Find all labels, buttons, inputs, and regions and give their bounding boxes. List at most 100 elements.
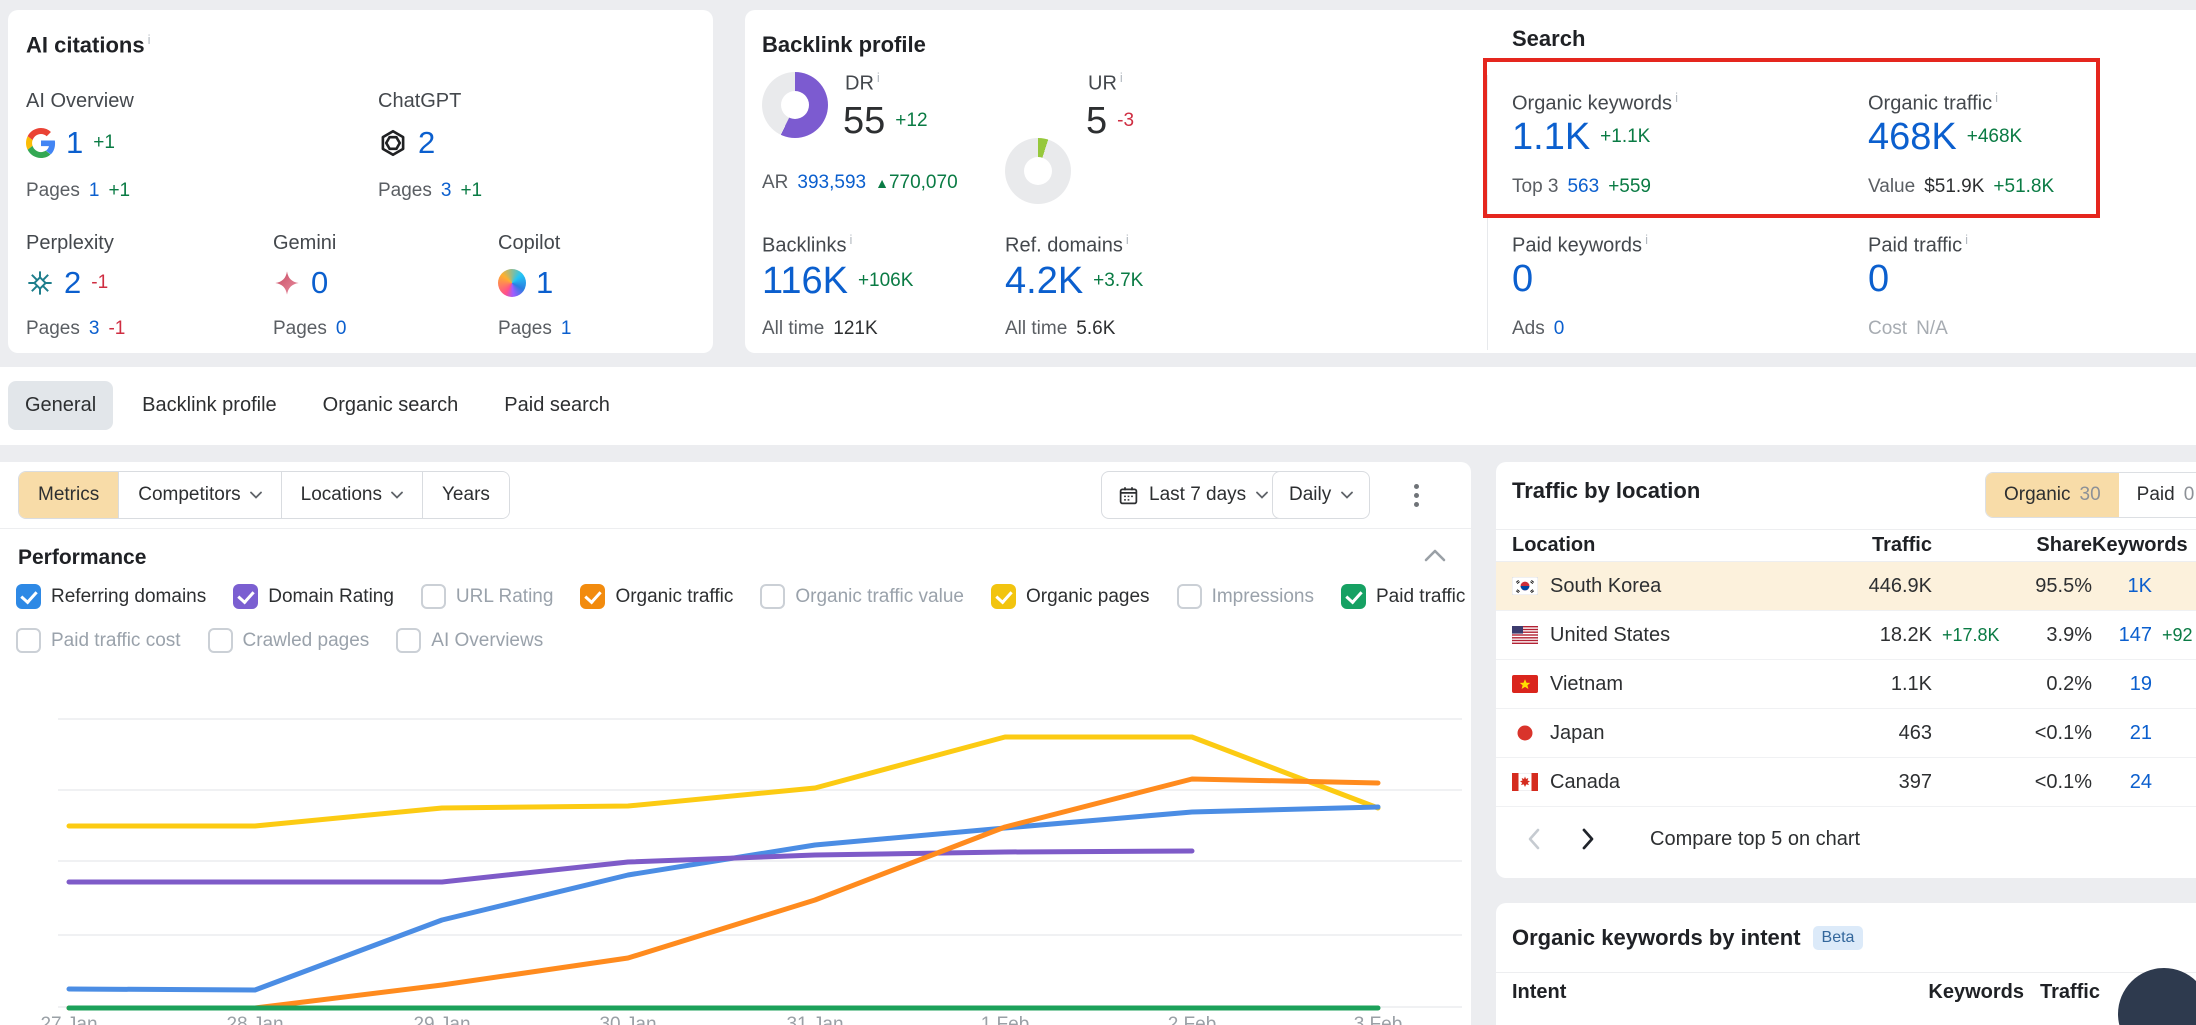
top3-value[interactable]: 563 xyxy=(1567,176,1599,198)
checkbox-paid-traffic-cost[interactable]: Paid traffic cost xyxy=(16,628,181,653)
pages-change: +1 xyxy=(108,180,130,202)
pages-change: -1 xyxy=(108,318,125,340)
paid-keywords-label: Paid keywordsi xyxy=(1512,232,1648,258)
dr-value: 55 xyxy=(843,102,885,140)
keywords-link[interactable]: 1K xyxy=(2092,575,2152,598)
table-row-vietnam[interactable]: Vietnam 1.1K 0.2% 19 xyxy=(1496,660,2196,709)
ai-citation-ai-overview: AI Overview 1 +1 Pages 1 +1 xyxy=(26,90,366,202)
tab-general[interactable]: General xyxy=(8,381,113,430)
info-icon[interactable]: i xyxy=(877,70,880,85)
collapse-chevron-up-icon[interactable] xyxy=(1424,548,1446,562)
pages-label: Pages xyxy=(26,318,80,340)
info-icon[interactable]: i xyxy=(849,232,852,247)
intent-table-header: Intent Keywords Traffic xyxy=(1496,981,2196,1015)
flag-united-states-icon xyxy=(1512,626,1538,644)
ur-value: 5 xyxy=(1086,102,1107,140)
backlinks-label: Backlinksi xyxy=(762,232,852,258)
perplexity-icon xyxy=(26,269,54,297)
info-icon[interactable]: i xyxy=(1126,232,1129,247)
pages-label: Pages xyxy=(273,318,327,340)
perplexity-count[interactable]: 2 xyxy=(64,267,81,298)
cost-row: Cost N/A xyxy=(1868,318,1948,340)
checkbox-impressions[interactable]: Impressions xyxy=(1177,584,1314,609)
chart-x-axis-labels: 27 Jan28 Jan29 Jan30 Jan31 Jan1 Feb2 Feb… xyxy=(58,1014,1462,1025)
checkbox-crawled-pages[interactable]: Crawled pages xyxy=(208,628,370,653)
divider xyxy=(0,528,1471,529)
ai-citations-title: AI citationsi xyxy=(26,32,150,58)
chevron-down-icon xyxy=(1341,491,1353,499)
info-icon[interactable]: i xyxy=(148,32,151,47)
compare-top5-link[interactable]: Compare top 5 on chart xyxy=(1650,828,1860,851)
checkbox-url-rating[interactable]: URL Rating xyxy=(421,584,554,609)
checkbox-domain-rating[interactable]: Domain Rating xyxy=(233,584,394,609)
x-tick-label: 28 Jan xyxy=(226,1014,283,1025)
table-row-canada[interactable]: Canada 397 <0.1% 24 xyxy=(1496,758,2196,807)
paid-traffic-value[interactable]: 0 xyxy=(1868,260,1889,298)
checkbox-paid-traffic[interactable]: Paid traffic xyxy=(1341,584,1465,609)
ur-change: -3 xyxy=(1117,110,1134,132)
pages-count[interactable]: 0 xyxy=(336,318,347,340)
toggle-paid[interactable]: Paid 0 xyxy=(2119,473,2196,517)
filter-locations[interactable]: Locations xyxy=(281,472,422,518)
dr-label: DRi xyxy=(845,70,880,96)
performance-title: Performance xyxy=(18,546,146,570)
checkbox-organic-pages[interactable]: Organic pages xyxy=(991,584,1150,609)
location-table-header: Location Traffic Share Keywords xyxy=(1496,529,2196,562)
pages-change: +1 xyxy=(460,180,482,202)
checkbox-organic-traffic[interactable]: Organic traffic xyxy=(580,584,733,609)
pages-label: Pages xyxy=(26,180,80,202)
checkbox-organic-traffic-value[interactable]: Organic traffic value xyxy=(760,584,964,609)
filter-metrics[interactable]: Metrics xyxy=(19,472,118,518)
dr-change: +12 xyxy=(895,110,927,132)
tab-organic-search[interactable]: Organic search xyxy=(306,381,476,430)
ref-domains-value[interactable]: 4.2K xyxy=(1005,262,1083,300)
organic-keywords-value[interactable]: 1.1K xyxy=(1512,118,1590,156)
dr-donut xyxy=(762,72,828,138)
info-icon[interactable]: i xyxy=(1965,232,1968,247)
traffic-by-location-panel: Traffic by location Organic 30 Paid 0 Lo… xyxy=(1496,462,2196,878)
google-icon xyxy=(26,128,56,158)
gemini-count[interactable]: 0 xyxy=(311,267,328,298)
info-icon[interactable]: i xyxy=(1645,232,1648,247)
copilot-icon xyxy=(498,269,526,297)
pages-count[interactable]: 3 xyxy=(89,318,100,340)
table-row-japan[interactable]: Japan 463 <0.1% 21 xyxy=(1496,709,2196,758)
x-tick-label: 3 Feb xyxy=(1354,1014,1403,1025)
previous-page-chevron-icon[interactable] xyxy=(1514,819,1554,859)
ar-value[interactable]: 393,593 xyxy=(797,172,866,194)
info-icon[interactable]: i xyxy=(1120,70,1123,85)
performance-line-chart xyxy=(58,686,1462,1016)
tab-paid-search[interactable]: Paid search xyxy=(487,381,627,430)
checkbox-referring-domains[interactable]: Referring domains xyxy=(16,584,206,609)
x-tick-label: 1 Feb xyxy=(981,1014,1030,1025)
info-icon[interactable]: i xyxy=(1995,90,1998,105)
paid-keywords-value[interactable]: 0 xyxy=(1512,260,1533,298)
granularity-button[interactable]: Daily xyxy=(1272,471,1370,519)
more-options-kebab-icon[interactable] xyxy=(1410,480,1423,511)
date-range-button[interactable]: Last 7 days xyxy=(1101,471,1285,519)
table-row-united-states[interactable]: United States 18.2K +17.8K 3.9% 147 +92 xyxy=(1496,611,2196,660)
info-icon[interactable]: i xyxy=(1675,90,1678,105)
table-row-south-korea[interactable]: South Korea 446.9K 95.5% 1K xyxy=(1496,562,2196,611)
filter-years[interactable]: Years xyxy=(422,472,509,518)
organic-traffic-value[interactable]: 468K xyxy=(1868,118,1957,156)
pages-count[interactable]: 3 xyxy=(441,180,452,202)
keywords-link[interactable]: 147 xyxy=(2092,624,2152,647)
keywords-link[interactable]: 24 xyxy=(2092,771,2152,794)
pages-count[interactable]: 1 xyxy=(89,180,100,202)
chatgpt-count[interactable]: 2 xyxy=(418,127,435,158)
calendar-icon xyxy=(1118,485,1139,506)
flag-vietnam-icon xyxy=(1512,675,1538,693)
ai-overview-count[interactable]: 1 xyxy=(66,127,83,158)
tab-backlink-profile[interactable]: Backlink profile xyxy=(125,381,294,430)
filter-competitors[interactable]: Competitors xyxy=(118,472,280,518)
checkbox-ai-overviews[interactable]: AI Overviews xyxy=(396,628,543,653)
keywords-link[interactable]: 19 xyxy=(2092,673,2152,696)
keywords-link[interactable]: 21 xyxy=(2092,722,2152,745)
next-page-chevron-icon[interactable] xyxy=(1568,819,1608,859)
copilot-count[interactable]: 1 xyxy=(536,267,553,298)
pages-count[interactable]: 1 xyxy=(561,318,572,340)
backlinks-value[interactable]: 116K xyxy=(762,262,848,300)
ai-citations-card: AI citationsi AI Overview 1 +1 Pages 1 +… xyxy=(8,10,713,353)
toggle-organic[interactable]: Organic 30 xyxy=(1986,473,2119,517)
